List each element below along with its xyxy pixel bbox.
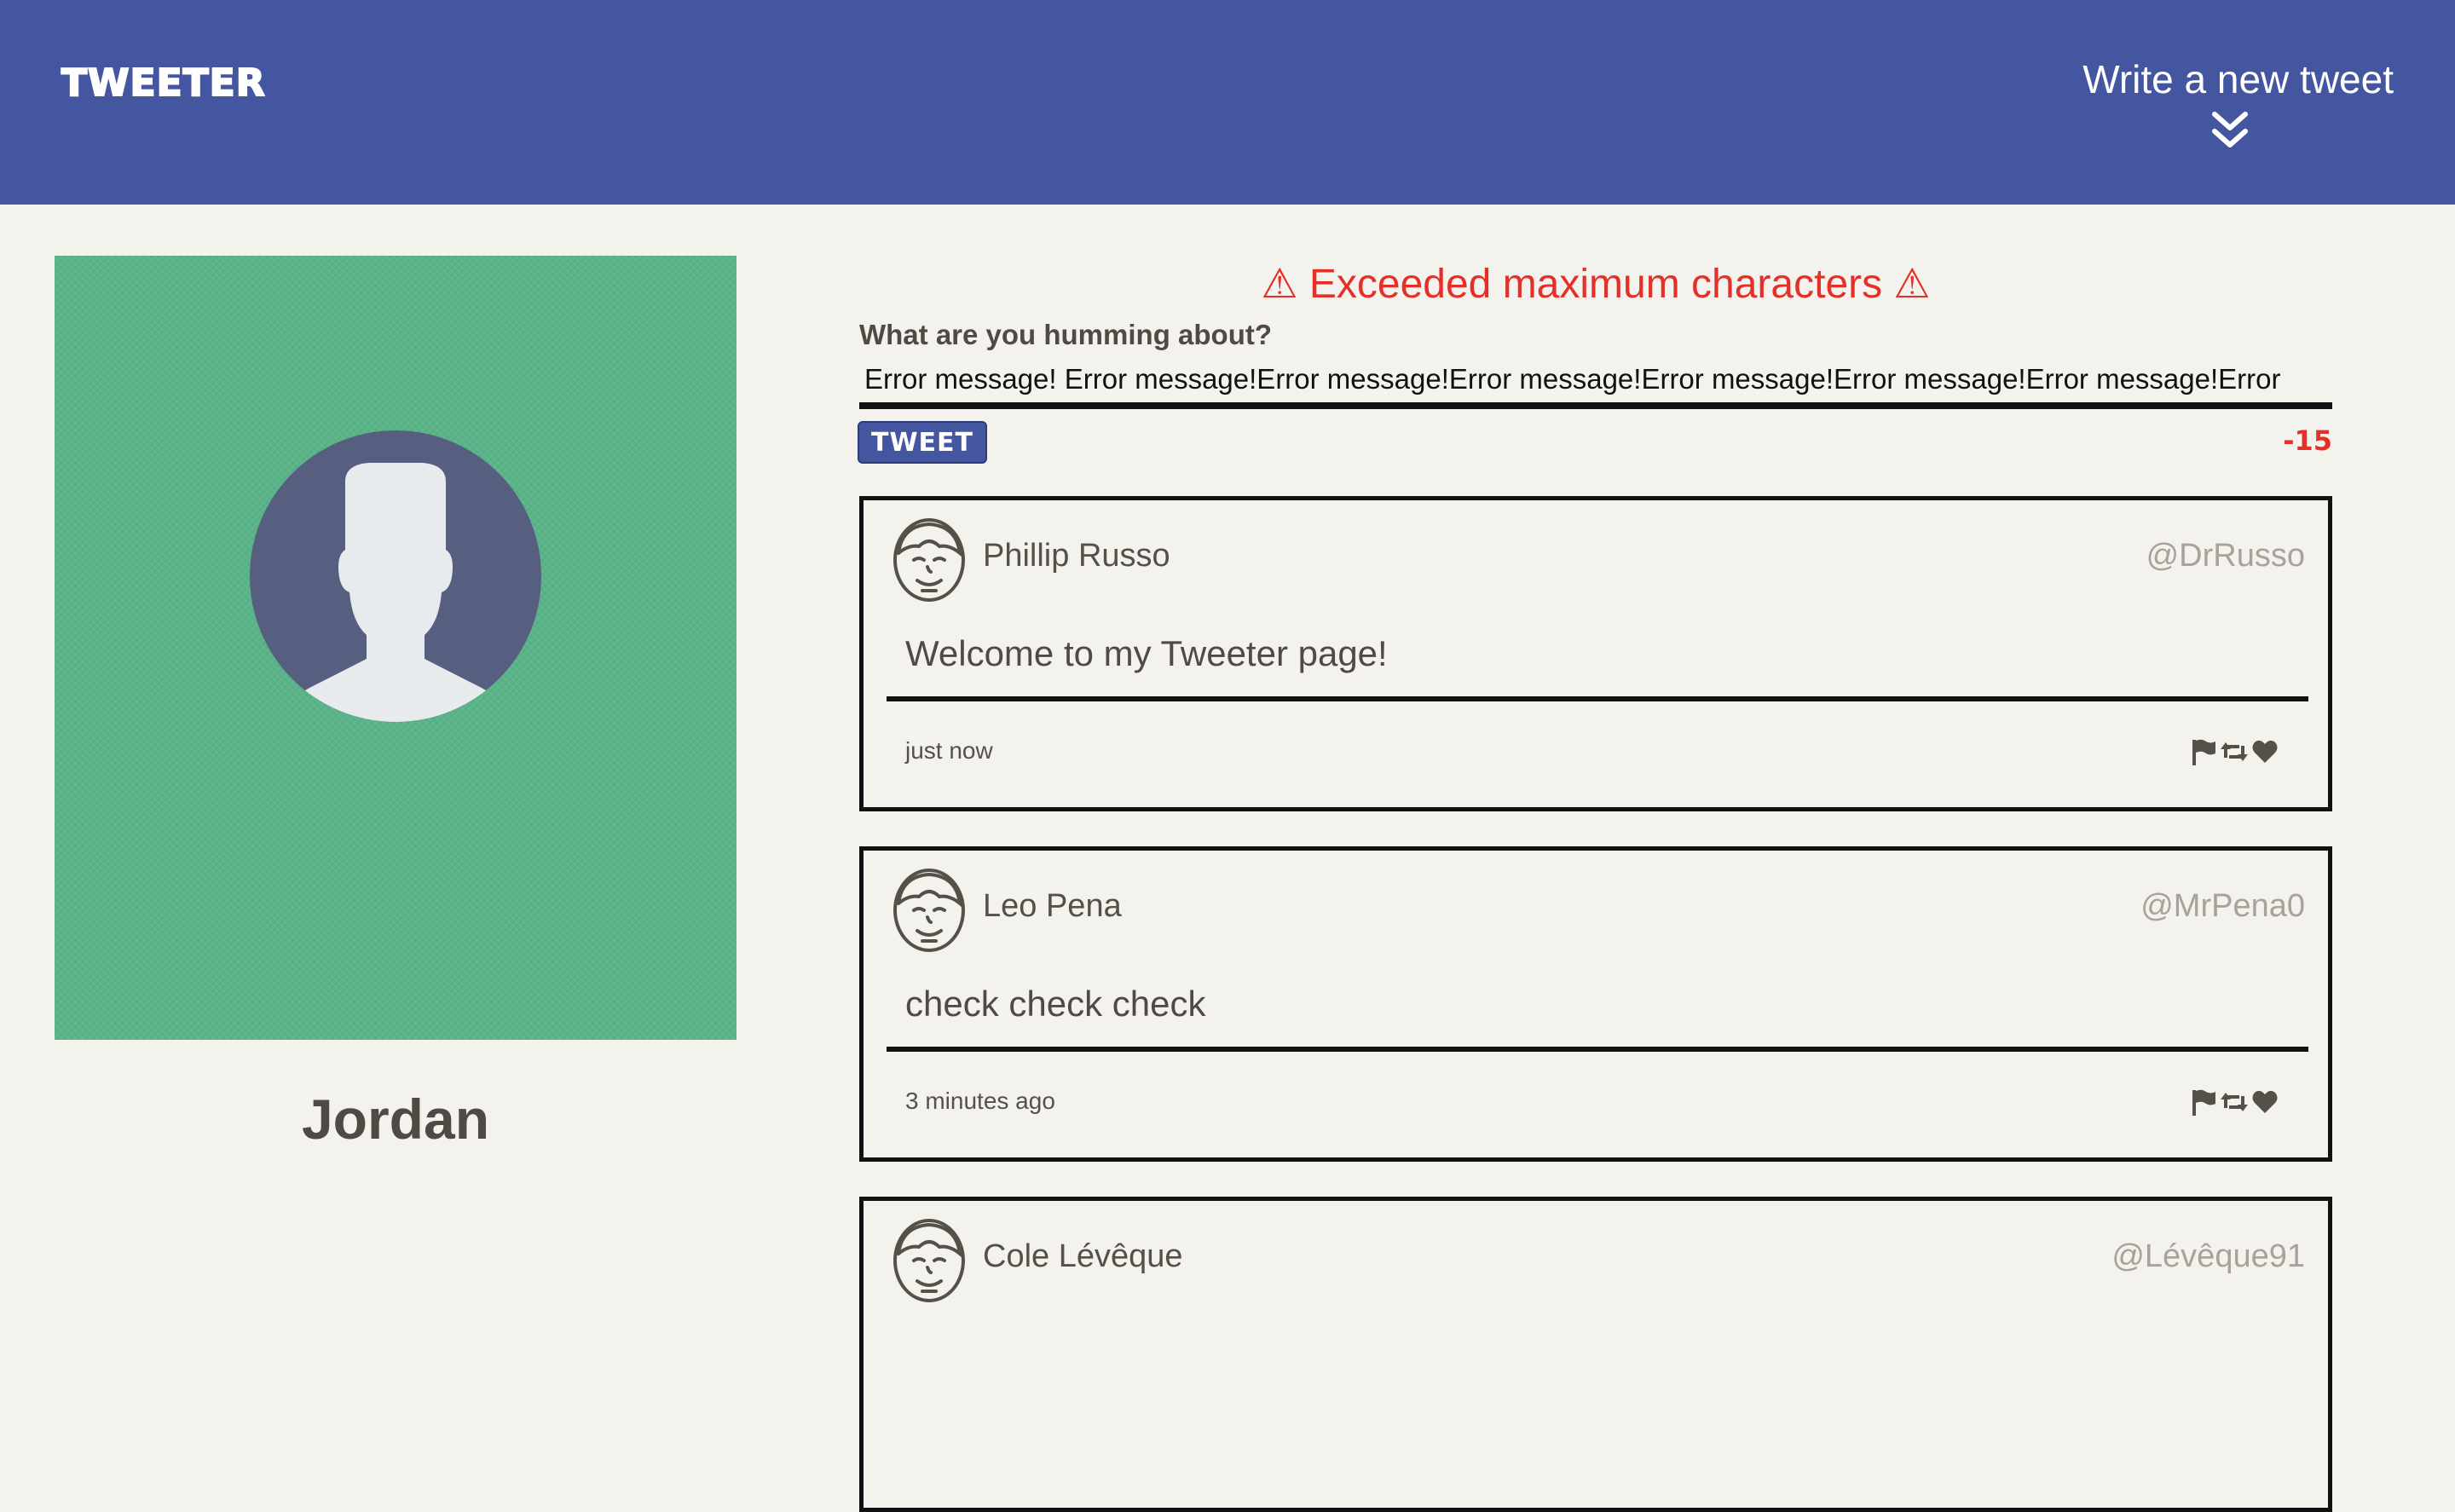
flag-icon[interactable] <box>2190 737 2217 766</box>
write-new-tweet-toggle[interactable]: Write a new tweet <box>2036 56 2394 159</box>
flag-icon[interactable] <box>2190 1088 2217 1117</box>
tweet-author-handle[interactable]: @MrPena0 <box>2140 888 2305 925</box>
cartoon-face-icon <box>893 518 965 602</box>
top-nav: TWEETER Write a new tweet <box>0 0 2455 205</box>
profile-name: Jordan <box>301 1088 490 1151</box>
cartoon-face-icon <box>893 1219 965 1302</box>
character-counter: -15 <box>2283 424 2332 457</box>
tweet-author-name[interactable]: Cole Lévêque <box>983 1238 1183 1275</box>
tweet-card: Phillip Russo @DrRusso Welcome to my Twe… <box>859 496 2332 811</box>
tweet-content: Welcome to my Tweeter page! <box>887 633 2308 701</box>
tweet-text-input[interactable] <box>859 356 2332 409</box>
heart-icon[interactable] <box>2251 1088 2279 1117</box>
tweet-actions <box>2190 1088 2279 1118</box>
error-message: ⚠ Exceeded maximum characters ⚠ <box>1261 262 1931 307</box>
heart-icon[interactable] <box>2251 737 2279 766</box>
tweet-author-handle[interactable]: @Lévêque91 <box>2111 1238 2305 1275</box>
cartoon-face-icon <box>893 869 965 952</box>
write-new-tweet-label[interactable]: Write a new tweet <box>2036 56 2394 102</box>
tweet-card: Cole Lévêque @Lévêque91 <box>859 1197 2332 1512</box>
brand-logo[interactable]: TWEETER <box>61 61 266 106</box>
retweet-icon[interactable] <box>2221 737 2248 766</box>
tweet-timestamp: 3 minutes ago <box>905 1088 1055 1114</box>
tweet-card: Leo Pena @MrPena0 check check check 3 mi… <box>859 846 2332 1162</box>
tweet-author-name[interactable]: Leo Pena <box>983 888 1122 925</box>
retweet-icon[interactable] <box>2221 1088 2248 1117</box>
tweet-actions <box>2190 737 2279 768</box>
tweet-author-handle[interactable]: @DrRusso <box>2146 538 2305 574</box>
tweet-timestamp: just now <box>905 737 993 764</box>
double-chevron-down-icon[interactable] <box>2211 109 2249 150</box>
tweet-content: check check check <box>887 984 2308 1052</box>
profile-card: Jordan <box>55 256 736 1151</box>
composer-label: What are you humming about? <box>859 319 1272 350</box>
user-silhouette-icon <box>250 430 541 722</box>
tweet-submit-button[interactable]: TWEET <box>858 421 987 464</box>
tweet-author-name[interactable]: Phillip Russo <box>983 538 1170 574</box>
